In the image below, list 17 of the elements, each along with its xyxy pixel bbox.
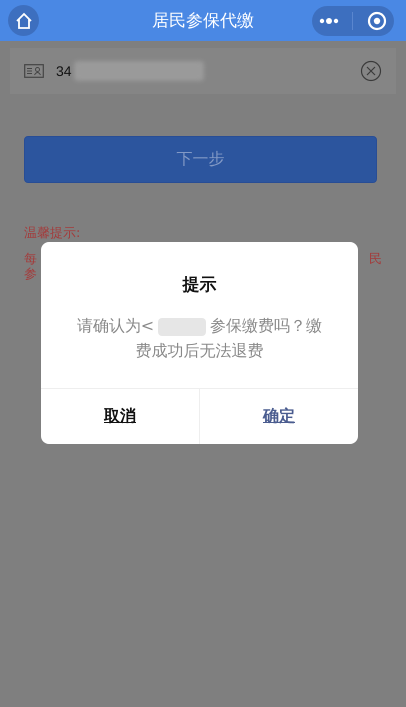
tip-text: 每 [24,252,37,267]
home-button[interactable] [8,5,39,36]
tip-text: 参 [24,267,37,282]
page-title: 居民参保代缴 [151,10,255,32]
cancel-button[interactable]: 取消 [41,389,199,444]
tip-title: 温馨提示: [24,225,82,242]
more-icon[interactable] [318,18,339,24]
home-icon [14,12,32,30]
clear-icon[interactable] [360,60,382,82]
id-number-value: 34 [56,63,72,79]
tip-text: 民 [369,252,382,267]
dialog-message: 请确认为< 参保缴费吗？缴费成功后无法退费 [76,315,324,362]
id-number-field[interactable]: 34 [10,48,396,94]
id-card-icon [24,64,44,78]
confirm-button[interactable]: 确定 [199,389,358,444]
close-mini-program-icon[interactable] [367,10,388,30]
dialog-title: 提示 [181,274,218,296]
